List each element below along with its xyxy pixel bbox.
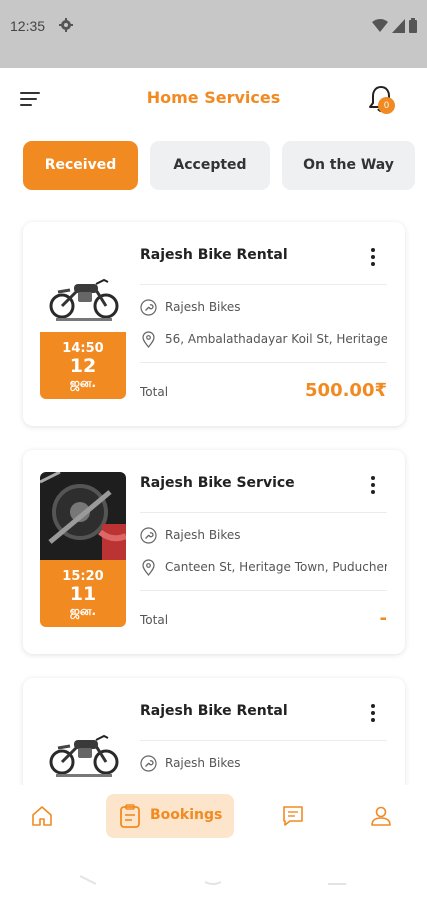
nav-bookings[interactable]: Bookings [106,794,234,838]
status-bar: 12:35 [0,0,427,68]
total-label: Total [140,385,169,399]
page-title: Home Services [146,88,281,107]
settings-gear-icon [59,18,73,32]
address-row: 56, Ambalathadayar Koil St, Heritage Tow… [140,330,387,350]
system-nav-hints [79,875,346,885]
booking-card[interactable]: 14:50 12 ஜன. Rajesh Bike Rental Rajesh B… [23,222,405,426]
wrench-icon [140,755,157,772]
home-icon [32,806,52,826]
booking-thumbnail: 15:20 11 ஜன. [40,472,126,627]
booking-day: 12 [69,355,97,377]
location-pin-icon [142,331,155,348]
vendor-name: Rajesh Bikes [165,300,241,314]
total-amount: 500.00₹ [305,380,387,401]
booking-title: Rajesh Bike Service [140,475,295,491]
booking-title: Rajesh Bike Rental [140,247,288,263]
divider [140,740,387,741]
booking-date-badge: 15:20 11 ஜன. [40,560,126,627]
divider [140,590,387,591]
booking-month: ஜன. [69,376,97,390]
bottom-navigation: Bookings [0,786,427,846]
motorcycle-image [49,734,119,777]
booking-time: 14:50 [62,341,104,356]
profile-icon [371,806,391,826]
vendor-name: Rajesh Bikes [165,528,241,542]
booking-day: 11 [69,583,97,605]
booking-address: 56, Ambalathadayar Koil St, Heritage Tow… [165,332,387,346]
total-label: Total [140,613,169,627]
vendor-row: Rajesh Bikes [140,754,387,774]
bike-service-image [40,472,126,560]
address-row: Canteen St, Heritage Town, Puducherry [140,558,387,578]
booking-time: 15:20 [62,569,104,584]
more-options-icon[interactable] [363,246,383,268]
booking-thumbnail [40,700,126,785]
wrench-icon [140,527,157,544]
divider [140,362,387,363]
vendor-row: Rajesh Bikes [140,298,387,318]
nav-profile[interactable] [359,794,403,838]
cell-signal-icon [392,18,405,33]
battery-icon [409,18,417,33]
booking-month: ஜன. [69,604,97,618]
bookings-icon [120,804,140,828]
wifi-icon [372,18,388,32]
nav-messages[interactable] [271,794,315,838]
tab-on-the-way[interactable]: On the Way [282,141,415,190]
app-header: Home Services 0 [0,68,427,130]
wrench-icon [140,299,157,316]
system-gesture-bar [0,846,427,900]
booking-list: 14:50 12 ஜன. Rajesh Bike Rental Rajesh B… [0,210,427,785]
booking-status-tabs: Received Accepted On the Way [0,140,427,192]
notification-badge: 0 [378,97,395,114]
tab-accepted[interactable]: Accepted [150,141,270,190]
booking-date-badge: 14:50 12 ஜன. [40,332,126,399]
divider [140,284,387,285]
booking-thumbnail: 14:50 12 ஜன. [40,244,126,399]
booking-address: Canteen St, Heritage Town, Puducherry [165,560,387,574]
motorcycle-image [49,278,119,321]
nav-home[interactable] [20,794,64,838]
more-options-icon[interactable] [363,702,383,724]
status-time: 12:35 [10,18,46,34]
booking-card[interactable]: Rajesh Bike Rental Rajesh Bikes [23,678,405,785]
booking-card[interactable]: 15:20 11 ஜன. Rajesh Bike Service Rajesh … [23,450,405,654]
vendor-name: Rajesh Bikes [165,756,241,770]
booking-title: Rajesh Bike Rental [140,703,288,719]
tab-received[interactable]: Received [23,141,138,190]
nav-bookings-label: Bookings [150,807,223,823]
chat-icon [283,806,303,826]
total-amount: - [379,608,387,629]
more-options-icon[interactable] [363,474,383,496]
divider [140,512,387,513]
vendor-row: Rajesh Bikes [140,526,387,546]
location-pin-icon [142,559,155,576]
status-icons [372,18,417,33]
